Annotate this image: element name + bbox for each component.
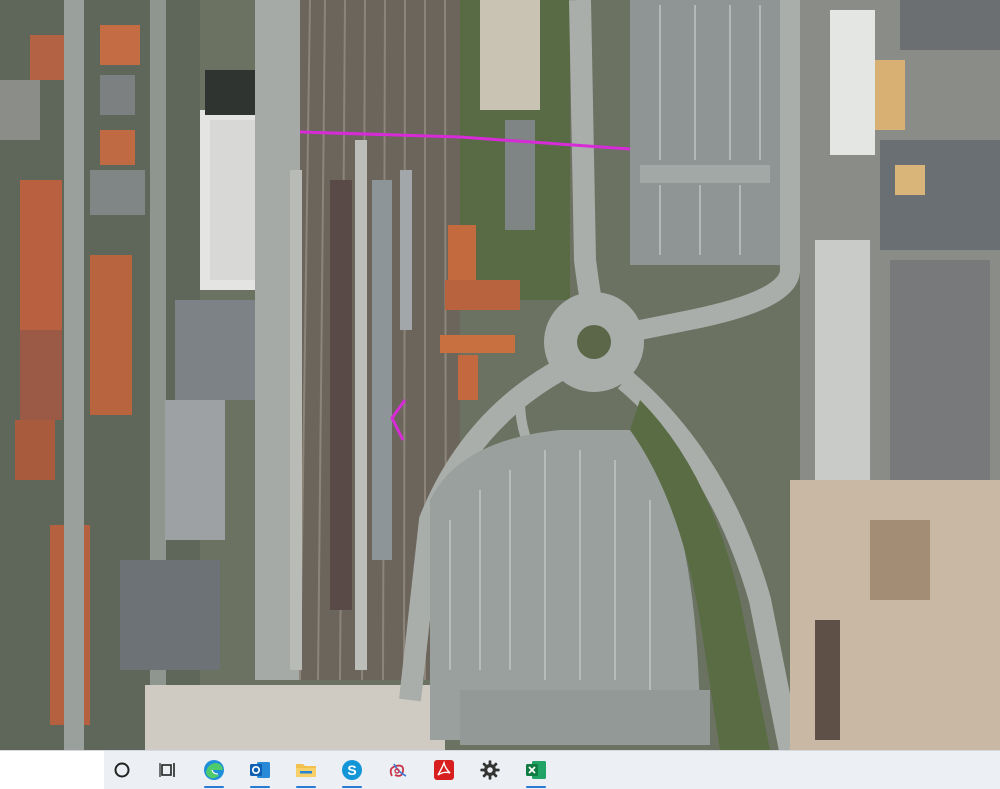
file-explorer-button[interactable] — [288, 751, 324, 789]
aerial-map-view[interactable] — [0, 0, 1000, 750]
folder-icon — [296, 764, 316, 777]
skype-icon: S — [342, 760, 362, 780]
settings-button[interactable] — [472, 751, 508, 789]
taskbar-search-area[interactable] — [0, 751, 104, 789]
acrobat-button[interactable] — [426, 751, 462, 789]
cortana-button[interactable] — [104, 751, 140, 789]
cortana-circle-icon — [114, 762, 130, 778]
snip-sketch-button[interactable] — [380, 751, 416, 789]
task-view-icon — [159, 763, 175, 777]
excel-button[interactable] — [518, 751, 554, 789]
task-view-button[interactable] — [150, 751, 186, 789]
windows-taskbar: S — [0, 750, 1000, 789]
excel-icon — [526, 761, 546, 779]
outlook-icon — [250, 762, 270, 778]
acrobat-pdf-icon — [434, 760, 454, 780]
outlook-button[interactable] — [242, 751, 278, 789]
svg-text:S: S — [347, 762, 356, 778]
edge-icon — [204, 760, 224, 780]
gear-icon — [480, 760, 500, 780]
snip-sketch-icon — [389, 763, 407, 777]
skype-button[interactable]: S — [334, 751, 370, 789]
aerial-map-image — [0, 0, 1000, 750]
edge-button[interactable] — [196, 751, 232, 789]
